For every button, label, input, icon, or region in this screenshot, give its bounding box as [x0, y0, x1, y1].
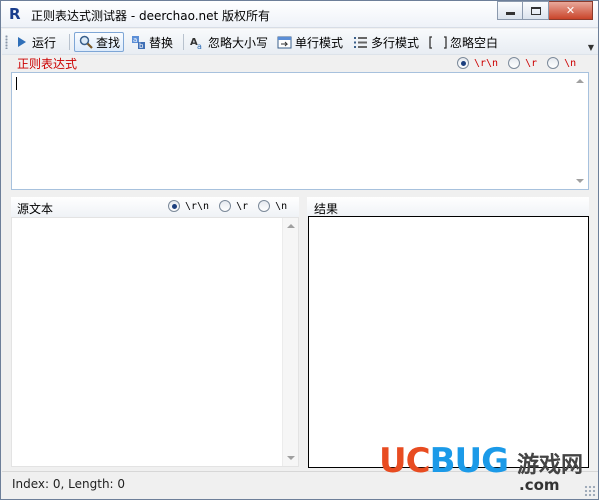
- svg-text:a: a: [197, 42, 202, 50]
- single-line-label: 单行模式: [295, 35, 344, 50]
- regex-newline-lf-label: \n: [564, 57, 577, 69]
- toolbar-overflow-icon[interactable]: ▼: [588, 43, 594, 52]
- radio-icon[interactable]: [168, 200, 180, 212]
- regex-input[interactable]: [11, 72, 589, 190]
- minimize-icon: [505, 12, 515, 15]
- source-newline-crlf-label: \r\n: [185, 200, 210, 212]
- watermark-uc: UC: [379, 441, 431, 481]
- regex-newline-cr-label: \r: [525, 57, 538, 69]
- window-title: 正则表达式测试器 - deerchao.net 版权所有: [31, 9, 271, 23]
- regex-newline-crlf[interactable]: \r\n: [457, 57, 498, 69]
- find-label: 查找: [96, 35, 121, 50]
- regex-newline-lf[interactable]: \n: [547, 57, 576, 69]
- radio-icon[interactable]: [219, 200, 232, 212]
- run-label: 运行: [32, 35, 57, 50]
- case-icon: Aa: [190, 35, 205, 50]
- magnifier-icon: [78, 35, 93, 50]
- watermark-cn: 游戏网: [517, 452, 584, 478]
- watermark-com: .com: [519, 476, 560, 494]
- vertical-splitter[interactable]: [299, 197, 307, 467]
- single-line-icon: [277, 35, 292, 50]
- radio-icon[interactable]: [457, 57, 469, 69]
- source-newline-lf[interactable]: \n: [258, 200, 287, 212]
- watermark-logo: UCBUG 游戏网 .com: [379, 441, 597, 497]
- watermark-ucbug: UCBUG: [379, 441, 509, 481]
- toolbar-separator: [69, 34, 70, 50]
- radio-icon[interactable]: [508, 57, 521, 69]
- title-bar: R 正则表达式测试器 - deerchao.net 版权所有 ✕: [1, 1, 598, 28]
- source-newline-options: \r\n \r \n: [168, 200, 287, 212]
- app-window: R 正则表达式测试器 - deerchao.net 版权所有 ✕ 运行 查找 a…: [0, 0, 599, 500]
- result-label: 结果: [314, 202, 339, 216]
- result-header: 结果: [307, 197, 589, 217]
- multi-line-button[interactable]: 多行模式: [350, 32, 422, 52]
- radio-icon[interactable]: [547, 57, 560, 69]
- toolbar: 运行 查找 ab 替换 Aa 忽略大小写 单行模式 多行模式 忽略空白 ▼: [2, 29, 598, 55]
- scroll-up-icon[interactable]: [576, 79, 584, 83]
- replace-icon: ab: [131, 35, 146, 50]
- play-icon: [14, 35, 29, 50]
- source-newline-crlf[interactable]: \r\n: [168, 200, 209, 212]
- source-header: 源文本 \r\n \r \n: [11, 197, 299, 217]
- svg-text:b: b: [139, 42, 144, 50]
- minimize-button[interactable]: [497, 1, 523, 20]
- radio-icon[interactable]: [258, 200, 271, 212]
- multi-line-icon: [353, 35, 368, 50]
- source-newline-cr[interactable]: \r: [219, 200, 248, 212]
- close-icon: ✕: [565, 4, 576, 17]
- app-icon: R: [9, 5, 21, 23]
- ignore-case-label: 忽略大小写: [208, 35, 269, 50]
- ignore-space-label: 忽略空白: [450, 35, 499, 50]
- maximize-button[interactable]: [523, 1, 549, 20]
- replace-label: 替换: [149, 35, 174, 50]
- source-text-input[interactable]: [11, 217, 299, 467]
- close-button[interactable]: ✕: [549, 1, 593, 20]
- window-controls: ✕: [497, 1, 593, 21]
- watermark-bug: BUG: [429, 441, 509, 481]
- ignore-space-button[interactable]: 忽略空白: [426, 32, 501, 52]
- regex-newline-cr[interactable]: \r: [508, 57, 537, 69]
- multi-line-label: 多行模式: [371, 35, 420, 50]
- svg-text:a: a: [133, 36, 137, 44]
- scroll-up-icon[interactable]: [287, 224, 295, 228]
- status-text: Index: 0, Length: 0: [12, 477, 126, 491]
- regex-newline-options: \r\n \r \n: [457, 57, 576, 69]
- source-scrollbar[interactable]: [282, 218, 298, 466]
- scroll-down-icon[interactable]: [287, 456, 295, 460]
- regex-scrollbar[interactable]: [572, 73, 588, 189]
- result-panel[interactable]: [308, 216, 589, 468]
- text-caret: [16, 77, 17, 90]
- regex-label: 正则表达式: [17, 57, 78, 71]
- ignore-case-button[interactable]: Aa 忽略大小写: [187, 32, 271, 52]
- replace-button[interactable]: ab 替换: [128, 32, 176, 52]
- single-line-button[interactable]: 单行模式: [274, 32, 346, 52]
- source-newline-cr-label: \r: [236, 200, 249, 212]
- maximize-icon: [530, 6, 541, 15]
- source-label: 源文本: [17, 202, 54, 216]
- source-newline-lf-label: \n: [275, 200, 288, 212]
- toolbar-grip[interactable]: [5, 35, 8, 49]
- regex-newline-crlf-label: \r\n: [474, 57, 499, 69]
- scroll-down-icon[interactable]: [576, 179, 584, 183]
- find-button[interactable]: 查找: [74, 32, 125, 52]
- run-button[interactable]: 运行: [11, 32, 59, 52]
- toolbar-separator: [183, 34, 184, 50]
- bracket-icon: [429, 35, 447, 50]
